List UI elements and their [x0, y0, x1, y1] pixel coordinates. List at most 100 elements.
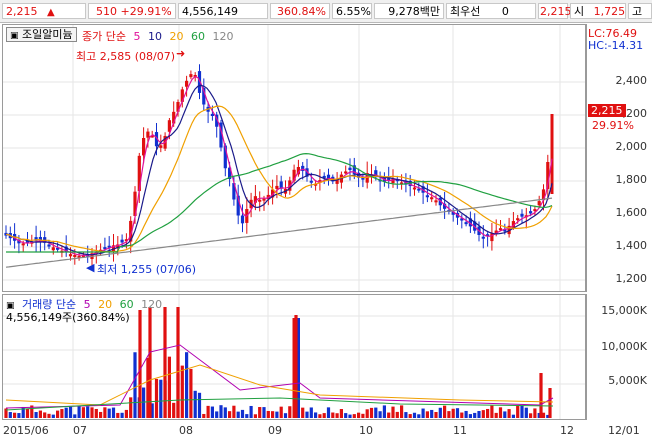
- moving-average-line: [6, 152, 553, 253]
- volume-bar: [434, 412, 438, 418]
- x-tick: 11: [453, 424, 467, 437]
- volume-bar: [279, 406, 283, 418]
- volume-bar: [223, 407, 227, 418]
- volume-bar: [344, 413, 348, 418]
- volume-bar: [294, 315, 298, 418]
- volume-bar: [339, 409, 343, 418]
- volume-bar: [477, 411, 481, 418]
- volume-bar: [400, 405, 404, 418]
- volume-bar: [60, 409, 64, 418]
- current-price-tag: 2,215: [588, 104, 626, 117]
- volume-bar: [271, 411, 275, 418]
- volume-bar: [172, 402, 176, 418]
- volume-ma-line: [5, 344, 554, 409]
- volume-bar: [438, 407, 442, 418]
- candlestick-chart: [3, 25, 585, 419]
- volume-bar: [374, 407, 378, 418]
- volume-bar: [245, 414, 249, 418]
- volume-bar: [94, 408, 98, 418]
- volume-bar: [498, 407, 503, 418]
- volume-bar: [318, 414, 322, 418]
- volume-bar: [73, 414, 77, 418]
- stock-name-button[interactable]: ▣ 조일알미늄: [6, 27, 77, 42]
- volume-bar: [455, 408, 460, 418]
- volume-bar: [189, 368, 193, 418]
- current-pct-tag: 29.91%: [592, 119, 634, 132]
- volume-bar: [176, 307, 180, 418]
- volume-bar: [34, 412, 38, 418]
- x-tick: 09: [268, 424, 282, 437]
- candle-body: [425, 195, 429, 198]
- candle-body: [68, 254, 73, 257]
- volume-bar: [240, 409, 245, 418]
- volume-bar: [326, 407, 331, 418]
- volume-bar: [64, 407, 68, 418]
- volume-bar: [507, 409, 511, 418]
- volume-bar: [486, 408, 490, 418]
- vol-ma-period-120[interactable]: 120: [141, 298, 162, 311]
- volume-bar: [421, 408, 425, 418]
- volume-bar: [90, 407, 94, 418]
- volume-bar: [262, 407, 266, 418]
- ma-period-60[interactable]: 60: [191, 30, 205, 43]
- volume-bar: [154, 378, 159, 418]
- volume-bar: [180, 365, 184, 418]
- volume-bar: [107, 408, 111, 418]
- volume-bar: [266, 410, 270, 418]
- volume-bar: [539, 373, 543, 418]
- volume-bar: [520, 405, 524, 418]
- volume-bar: [503, 411, 507, 418]
- candle-body: [258, 199, 262, 202]
- volume-bar: [548, 388, 552, 418]
- volume-bar: [357, 412, 361, 418]
- volume-bar: [314, 412, 318, 418]
- arrow-right-icon: ➜: [176, 47, 186, 60]
- volume-bar: [490, 405, 494, 418]
- volume-bar: [193, 390, 197, 418]
- candle-body: [210, 113, 214, 116]
- ma-period-20[interactable]: 20: [169, 30, 183, 43]
- volume-bar: [210, 406, 214, 418]
- volume-bar: [68, 406, 73, 418]
- candle-body: [520, 213, 524, 217]
- ma-title: 종가 단순: [82, 30, 126, 43]
- volume-bar: [253, 414, 257, 418]
- volume-bar: [408, 414, 412, 418]
- volume-bar: [301, 407, 305, 418]
- arrow-left-icon: ◀: [86, 261, 95, 274]
- ma-period-5[interactable]: 5: [133, 30, 140, 43]
- volume-bar: [516, 405, 520, 418]
- volume-bar: [8, 412, 12, 418]
- volume-bar: [228, 411, 232, 418]
- volume-bar: [391, 406, 395, 418]
- volume-bar: [215, 411, 219, 418]
- volume-bar: [133, 352, 137, 418]
- candle-body: [430, 197, 434, 200]
- volume-bar: [56, 410, 60, 418]
- candle-body: [481, 236, 485, 239]
- candle-body: [146, 131, 150, 138]
- candle-body: [529, 211, 533, 214]
- x-tick: 07: [73, 424, 87, 437]
- ma-period-10[interactable]: 10: [148, 30, 162, 43]
- candle-body: [262, 198, 266, 201]
- volume-bar: [473, 412, 477, 418]
- volume-bar: [417, 414, 421, 418]
- low-marker: 최저 1,255 (07/06): [97, 263, 197, 276]
- candle-body: [73, 254, 77, 257]
- volume-bar: [322, 413, 326, 418]
- volume-bar: [395, 411, 399, 418]
- candle-body: [240, 215, 245, 224]
- volume-bar: [275, 411, 279, 418]
- ma-period-120[interactable]: 120: [212, 30, 233, 43]
- volume-bar: [468, 414, 472, 418]
- volume-bar: [481, 410, 485, 418]
- volume-bar: [494, 412, 498, 418]
- high-marker: 최고 2,585 (08/07): [76, 50, 176, 63]
- volume-bar: [232, 405, 236, 418]
- volume-bar: [404, 412, 408, 418]
- checkbox-icon: ▣: [10, 31, 19, 41]
- volume-bar: [283, 413, 288, 418]
- x-tick: 08: [179, 424, 193, 437]
- candle-body: [159, 145, 163, 148]
